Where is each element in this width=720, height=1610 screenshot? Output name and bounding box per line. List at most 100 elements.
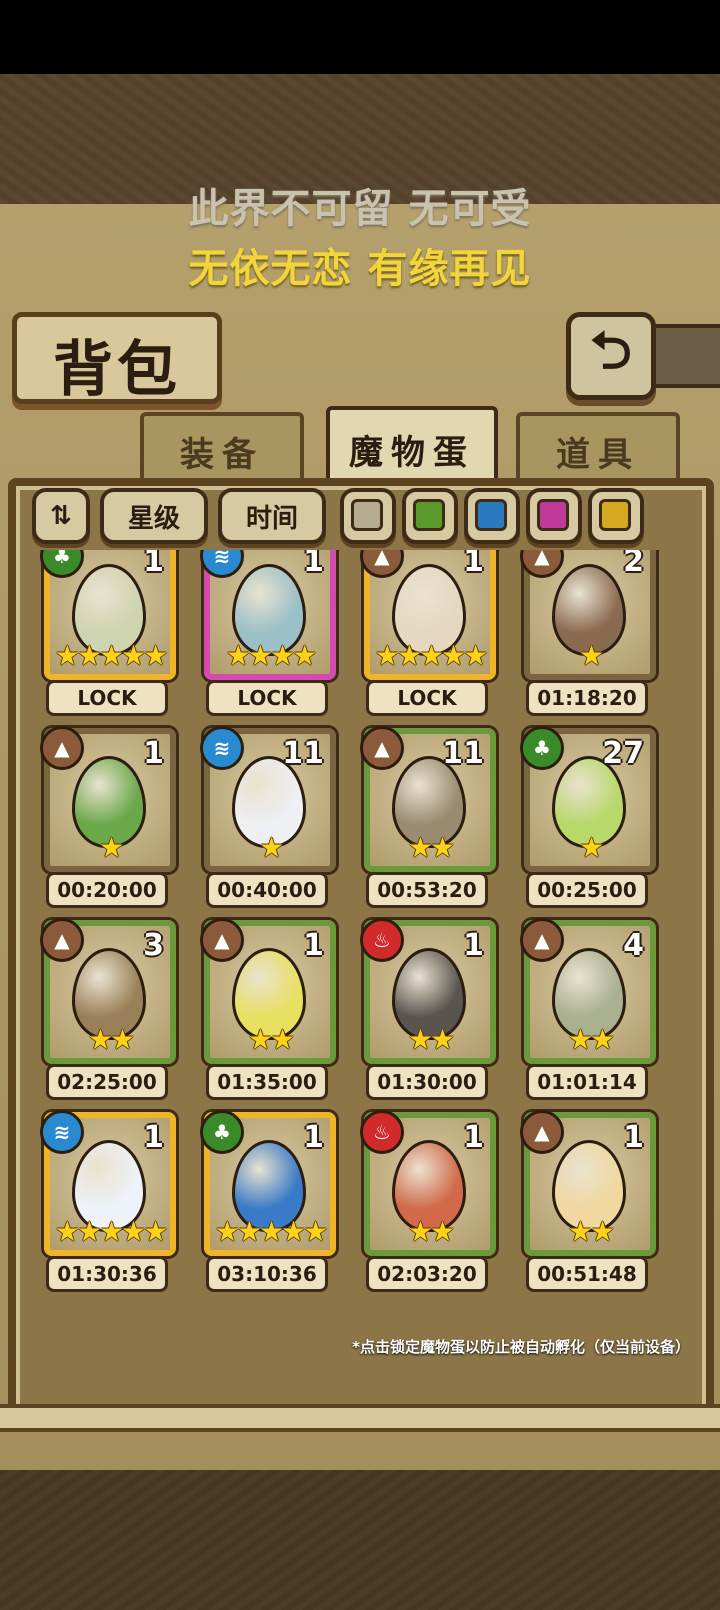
hatch-timer: 01:30:36 xyxy=(46,1256,168,1292)
star-rating: ★★ xyxy=(567,1023,615,1056)
egg-frame: ≋ 1 ★★★★★ xyxy=(40,1110,176,1256)
swatch-pink[interactable] xyxy=(526,488,582,544)
egg-frame: ▲ 2 ★ xyxy=(520,550,656,680)
egg-card[interactable]: ≋ 11 ★ 00:40:00 xyxy=(196,726,336,908)
egg-card[interactable]: ▲ 1 ★ 00:20:00 xyxy=(36,726,176,908)
egg-card[interactable]: ▲ 1 ★★★★★ LOCK xyxy=(356,550,496,716)
star-rating: ★ xyxy=(578,639,604,672)
egg-frame: ♣ 1 ★★★★★ xyxy=(200,1110,336,1256)
egg-card[interactable]: ♣ 1 ★★★★★ 03:10:36 xyxy=(196,1110,336,1292)
lock-label[interactable]: LOCK xyxy=(46,680,168,716)
back-button[interactable]: ⮌ xyxy=(566,312,656,400)
swatch-pink-color xyxy=(537,499,569,531)
egg-count: 1 xyxy=(303,1120,324,1155)
lock-notice: *点击锁定魔物蛋以防止被自动孵化（仅当前设备） xyxy=(352,1338,690,1356)
egg-frame: ≋ 11 ★ xyxy=(200,726,336,872)
title-plate: 背包 xyxy=(12,312,222,405)
egg-card[interactable]: ♣ 1 ★★★★★ LOCK xyxy=(36,550,176,716)
hatch-timer: 03:10:36 xyxy=(206,1256,328,1292)
banner-line-1: 此界不可留 无可受 xyxy=(188,186,532,232)
swatch-blue[interactable] xyxy=(464,488,520,544)
swatch-gold[interactable] xyxy=(588,488,644,544)
egg-count: 27 xyxy=(602,736,644,771)
earth-element-icon: ▲ xyxy=(360,550,404,578)
egg-frame: ♣ 27 ★ xyxy=(520,726,656,872)
egg-frame: ▲ 4 ★★ xyxy=(520,918,656,1064)
egg-count: 1 xyxy=(463,550,484,579)
hatch-timer: 02:03:20 xyxy=(366,1256,488,1292)
water-element-icon: ≋ xyxy=(200,550,244,578)
sort-order-button[interactable]: ⇅ xyxy=(32,488,90,544)
back-rail xyxy=(648,324,720,388)
egg-count: 4 xyxy=(623,928,644,963)
swatch-gold-color xyxy=(599,499,631,531)
water-element-icon: ≋ xyxy=(40,1110,84,1154)
star-rating: ★ xyxy=(98,831,124,864)
time-filter-label: 时间 xyxy=(245,503,298,534)
hatch-timer: 01:18:20 xyxy=(526,680,648,716)
egg-frame: ▲ 1 ★★★★★ xyxy=(360,550,496,680)
egg-card[interactable]: ▲ 3 ★★ 02:25:00 xyxy=(36,918,176,1100)
star-filter-button[interactable]: 星级 xyxy=(100,488,208,544)
egg-frame: ♨ 1 ★★ xyxy=(360,1110,496,1256)
lock-label[interactable]: LOCK xyxy=(366,680,488,716)
egg-card[interactable]: ▲ 2 ★ 01:18:20 xyxy=(516,550,656,716)
star-rating: ★★ xyxy=(407,831,455,864)
banner-line-2: 无依无恋 有缘再见 xyxy=(188,246,532,292)
earth-element-icon: ▲ xyxy=(40,918,84,962)
sort-icon: ⇅ xyxy=(50,501,72,531)
leaf-element-icon: ♣ xyxy=(520,726,564,770)
egg-count: 11 xyxy=(442,736,484,771)
star-rating: ★★ xyxy=(407,1023,455,1056)
egg-card[interactable]: ≋ 1 ★★★★★ 01:30:36 xyxy=(36,1110,176,1292)
back-arrow-icon: ⮌ xyxy=(590,320,632,381)
swatch-green-color xyxy=(413,499,445,531)
swatch-green[interactable] xyxy=(402,488,458,544)
tab-equipment[interactable]: 装备 xyxy=(140,412,304,486)
swatch-gray[interactable] xyxy=(340,488,396,544)
earth-element-icon: ▲ xyxy=(200,918,244,962)
egg-frame: ▲ 1 ★★ xyxy=(520,1110,656,1256)
star-rating: ★★★★ xyxy=(225,639,317,672)
star-rating: ★★ xyxy=(407,1215,455,1248)
egg-frame: ▲ 1 ★ xyxy=(40,726,176,872)
hatch-timer: 00:25:00 xyxy=(526,872,648,908)
time-filter-button[interactable]: 时间 xyxy=(218,488,326,544)
egg-card[interactable]: ▲ 1 ★★ 00:51:48 xyxy=(516,1110,656,1292)
hatch-timer: 00:20:00 xyxy=(46,872,168,908)
egg-count: 3 xyxy=(143,928,164,963)
egg-frame: ♨ 1 ★★ xyxy=(360,918,496,1064)
egg-card[interactable]: ▲ 11 ★★ 00:53:20 xyxy=(356,726,496,908)
egg-count: 1 xyxy=(463,928,484,963)
egg-frame: ▲ 1 ★★ xyxy=(200,918,336,1064)
egg-card[interactable]: ♨ 1 ★★ 02:03:20 xyxy=(356,1110,496,1292)
hatch-timer: 01:01:14 xyxy=(526,1064,648,1100)
leaf-element-icon: ♣ xyxy=(40,550,84,578)
star-rating: ★★★★★ xyxy=(374,639,489,672)
hatch-timer: 01:35:00 xyxy=(206,1064,328,1100)
earth-element-icon: ▲ xyxy=(520,1110,564,1154)
star-rating: ★★ xyxy=(87,1023,135,1056)
egg-card[interactable]: ▲ 1 ★★ 01:35:00 xyxy=(196,918,336,1100)
hatch-timer: 00:40:00 xyxy=(206,872,328,908)
egg-card[interactable]: ▲ 4 ★★ 01:01:14 xyxy=(516,918,656,1100)
tab-monster-eggs[interactable]: 魔物蛋 xyxy=(326,406,498,488)
tab-equipment-label: 装备 xyxy=(180,434,264,475)
star-filter-label: 星级 xyxy=(127,503,180,534)
egg-card[interactable]: ♨ 1 ★★ 01:30:00 xyxy=(356,918,496,1100)
hatch-timer: 01:30:00 xyxy=(366,1064,488,1100)
star-rating: ★★ xyxy=(247,1023,295,1056)
egg-frame: ≋ 1 ★★★★ xyxy=(200,550,336,680)
egg-count: 1 xyxy=(623,1120,644,1155)
game-screen: 此界不可留 无可受 无依无恋 有缘再见 背包 ⮌ 装备 魔物蛋 道具 ⇅ 星级 … xyxy=(0,74,720,1610)
egg-card[interactable]: ≋ 1 ★★★★ LOCK xyxy=(196,550,336,716)
hatch-timer: 00:51:48 xyxy=(526,1256,648,1292)
lock-label[interactable]: LOCK xyxy=(206,680,328,716)
tab-items[interactable]: 道具 xyxy=(516,412,680,486)
earth-element-icon: ▲ xyxy=(360,726,404,770)
hatch-timer: 00:53:20 xyxy=(366,872,488,908)
egg-count: 1 xyxy=(143,736,164,771)
egg-card[interactable]: ♣ 27 ★ 00:25:00 xyxy=(516,726,656,908)
star-rating: ★★ xyxy=(567,1215,615,1248)
egg-count: 1 xyxy=(143,1120,164,1155)
